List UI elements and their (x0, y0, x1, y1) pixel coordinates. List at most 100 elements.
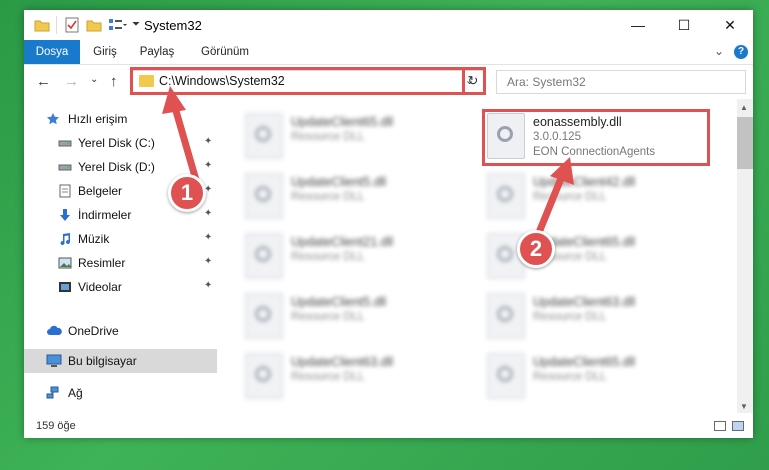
pin-icon[interactable]: ✦ (204, 136, 212, 147)
sidebar-item-label: Ağ (68, 386, 83, 400)
sidebar-item-label: Bu bilgisayar (68, 354, 137, 368)
window-title: System32 (144, 18, 202, 33)
dll-file-icon (245, 233, 283, 279)
sidebar-item-label: İndirmeler (78, 208, 132, 222)
file-name: UpdateClient42.dll (533, 175, 636, 189)
sidebar-item-label: Hızlı erişim (68, 112, 128, 126)
view-options-icon[interactable] (108, 17, 128, 33)
list-item[interactable]: UpdateClient5.dll Resource DLL (245, 291, 465, 345)
dll-file-icon (245, 173, 283, 219)
tab-share[interactable]: Paylaş (132, 40, 182, 64)
tab-file[interactable]: Dosya (24, 40, 80, 64)
sidebar-item-label: Yerel Disk (C:) (78, 136, 155, 150)
list-item[interactable]: UpdateClient65.dll Resource DLL (487, 351, 707, 405)
file-name: UpdateClient65.dll (291, 115, 394, 129)
file-name: UpdateClient21.dll (291, 235, 394, 249)
dll-file-icon (487, 293, 525, 339)
large-icons-view-icon[interactable] (732, 421, 744, 431)
pin-icon[interactable]: ✦ (204, 208, 212, 219)
properties-icon[interactable] (64, 17, 80, 33)
drive-icon (58, 160, 72, 174)
ribbon-expand-icon[interactable]: ⌄ (714, 44, 724, 58)
file-name: UpdateClient5.dll (291, 175, 387, 189)
download-icon (58, 208, 72, 222)
list-item[interactable]: UpdateClient42.dll Resource DLL (487, 171, 707, 225)
dll-file-icon (245, 293, 283, 339)
file-type: Resource DLL (291, 131, 365, 143)
search-placeholder: Ara: System32 (507, 75, 586, 89)
step-badge-1: 1 (168, 174, 206, 212)
sidebar-item-videos[interactable]: Videolar ✦ (24, 275, 217, 299)
file-type: Resource DLL (291, 251, 365, 263)
sidebar-item-quick-access[interactable]: Hızlı erişim (24, 107, 217, 131)
file-name: UpdateClient65.dll (533, 355, 636, 369)
sidebar-item-label: Müzik (78, 232, 110, 246)
search-input[interactable]: Ara: System32 (496, 70, 746, 94)
sidebar-item-pictures[interactable]: Resimler ✦ (24, 251, 217, 275)
recent-locations-button[interactable]: ⌄ (90, 74, 98, 85)
video-icon (58, 280, 72, 294)
file-type: Resource DLL (291, 371, 365, 383)
list-item[interactable]: UpdateClient63.dll Resource DLL (487, 291, 707, 345)
tab-home[interactable]: Giriş (84, 40, 126, 64)
sidebar-item-label: OneDrive (68, 324, 119, 338)
dll-file-icon (487, 353, 525, 399)
title-bar: ⏷ System32 — ☐ ✕ (24, 10, 753, 40)
list-item[interactable]: UpdateClient5.dll Resource DLL (245, 171, 465, 225)
file-type: Resource DLL (291, 191, 365, 203)
pin-icon[interactable]: ✦ (204, 280, 212, 291)
close-button[interactable]: ✕ (707, 10, 753, 40)
file-highlight-box (482, 109, 710, 166)
pin-icon[interactable]: ✦ (204, 160, 212, 171)
file-type: Resource DLL (533, 371, 607, 383)
list-item[interactable]: UpdateClient65.dll Resource DLL (245, 111, 465, 165)
dll-file-icon (245, 353, 283, 399)
file-type: Resource DLL (533, 311, 607, 323)
list-item[interactable]: UpdateClient63.dll Resource DLL (245, 351, 465, 405)
navigation-bar: ← → ⌄ ↑ C:\Windows\System32 ⌄ ↻ Ara: Sys… (24, 65, 753, 99)
ribbon-tabs: Dosya Giriş Paylaş Görünüm ⌄ ? (24, 40, 753, 65)
pin-icon[interactable]: ✦ (204, 232, 212, 243)
explorer-window: ⏷ System32 — ☐ ✕ Dosya Giriş Paylaş Görü… (24, 10, 753, 438)
file-type: Resource DLL (533, 191, 607, 203)
list-item[interactable]: UpdateClient21.dll Resource DLL (245, 231, 465, 285)
scroll-down-icon[interactable]: ▼ (740, 402, 748, 411)
sidebar-item-label: Yerel Disk (D:) (78, 160, 155, 174)
scroll-up-icon[interactable]: ▲ (740, 103, 748, 112)
minimize-button[interactable]: — (615, 10, 661, 40)
documents-icon (58, 184, 72, 198)
forward-button[interactable]: → (64, 73, 79, 90)
details-view-icon[interactable] (714, 421, 726, 431)
dll-file-icon (245, 113, 283, 159)
drive-icon (58, 136, 72, 150)
sidebar-item-label: Belgeler (78, 184, 123, 198)
up-button[interactable]: ↑ (110, 73, 118, 90)
computer-icon (46, 354, 62, 368)
new-folder-icon[interactable] (86, 17, 102, 33)
file-name: UpdateClient63.dll (533, 295, 636, 309)
file-type: Resource DLL (291, 311, 365, 323)
sidebar-item-local-disk-c[interactable]: Yerel Disk (C:) ✦ (24, 131, 217, 155)
sidebar-item-music[interactable]: Müzik ✦ (24, 227, 217, 251)
network-icon (46, 386, 60, 400)
scrollbar-thumb[interactable] (737, 117, 753, 169)
refresh-highlight-box (462, 67, 486, 95)
sidebar-item-label: Resimler (78, 256, 126, 270)
pin-icon[interactable]: ✦ (204, 256, 212, 267)
help-icon[interactable]: ? (734, 45, 748, 59)
tab-view[interactable]: Görünüm (194, 40, 256, 64)
sidebar-item-network[interactable]: Ağ (24, 381, 217, 405)
star-icon (46, 112, 60, 126)
pictures-icon (58, 256, 72, 270)
folder-icon (34, 17, 50, 33)
file-name: UpdateClient63.dll (291, 355, 394, 369)
status-bar: 159 öğe (24, 413, 753, 438)
sidebar-item-onedrive[interactable]: OneDrive (24, 319, 217, 343)
item-count: 159 öğe (36, 420, 76, 432)
sidebar-item-label: Videolar (78, 280, 122, 294)
back-button[interactable]: ← (36, 73, 51, 90)
maximize-button[interactable]: ☐ (661, 10, 707, 40)
step-badge-2: 2 (517, 230, 555, 268)
navigation-pane: Hızlı erişim Yerel Disk (C:) ✦ Yerel Dis… (24, 99, 217, 413)
sidebar-item-this-pc[interactable]: Bu bilgisayar (24, 349, 217, 373)
